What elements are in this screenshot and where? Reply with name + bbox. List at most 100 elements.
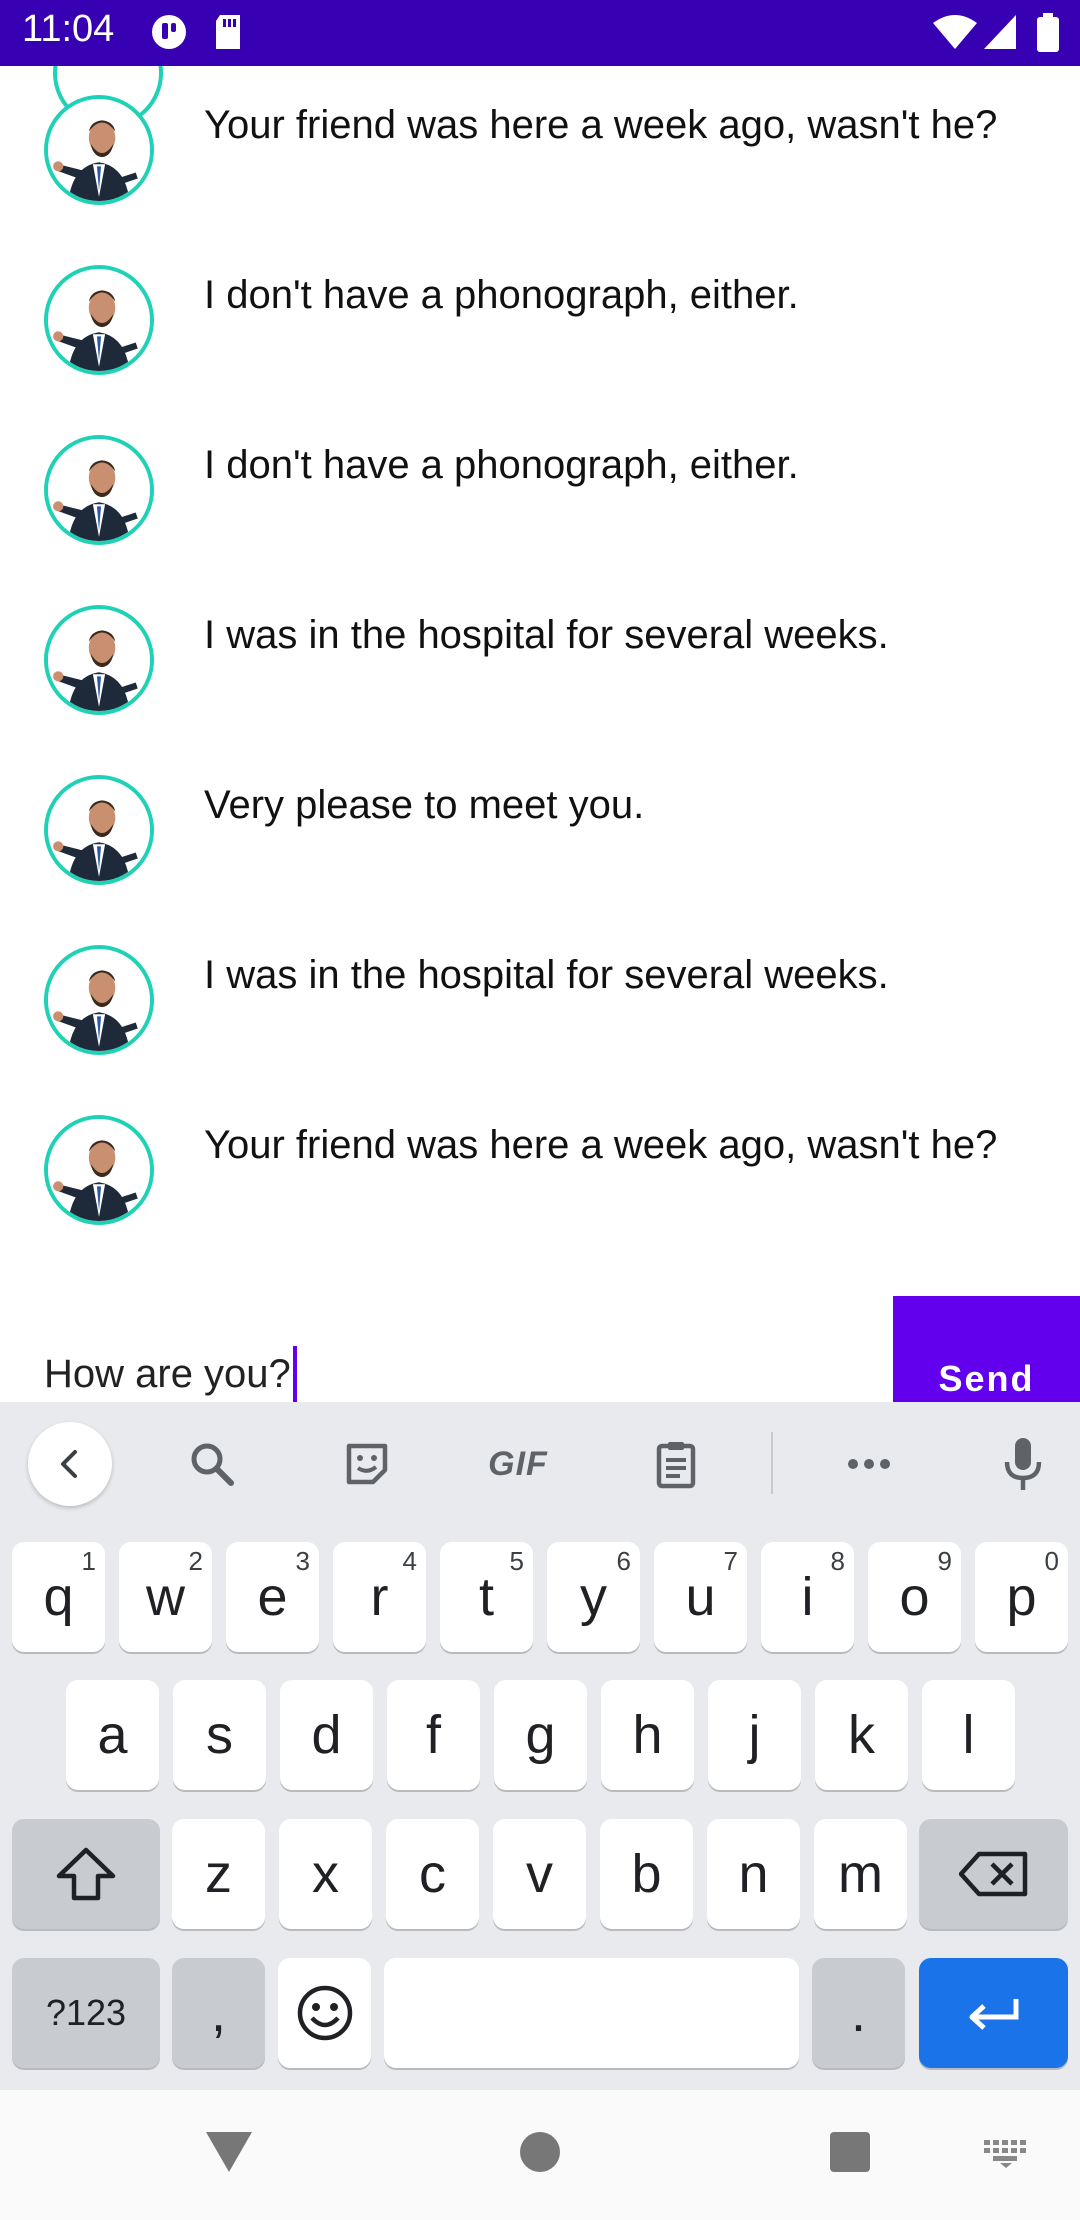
enter-key[interactable] xyxy=(919,1958,1068,2068)
shift-key[interactable] xyxy=(12,1819,160,1929)
wifi-icon xyxy=(932,13,978,56)
backspace-key[interactable] xyxy=(919,1819,1068,1929)
key-hint: 3 xyxy=(295,1546,310,1576)
comma-key[interactable]: , xyxy=(172,1958,265,2068)
key-m[interactable]: m xyxy=(814,1819,907,1929)
battery-icon xyxy=(1036,13,1060,58)
key-v[interactable]: v xyxy=(493,1819,586,1929)
text-caret xyxy=(292,1346,297,1402)
more-icon[interactable] xyxy=(827,1422,911,1506)
emoji-icon xyxy=(297,1985,352,2041)
key-label: x xyxy=(312,1844,339,1904)
keyboard: GIF q1w2e3r4t5y6u7i8o9p0 asdfghjkl zxcvb… xyxy=(0,1402,1080,2090)
key-h[interactable]: h xyxy=(601,1680,694,1790)
send-button-label: Send xyxy=(938,1358,1035,1399)
key-label: s xyxy=(206,1705,233,1765)
avatar xyxy=(44,605,154,715)
key-label: w xyxy=(146,1567,185,1627)
shift-icon xyxy=(56,1847,116,1901)
avatar xyxy=(44,435,154,545)
key-e[interactable]: e3 xyxy=(226,1542,319,1652)
key-f[interactable]: f xyxy=(387,1680,480,1790)
key-p[interactable]: p0 xyxy=(975,1542,1068,1652)
microphone-icon[interactable] xyxy=(981,1422,1065,1506)
keyboard-toolbar: GIF xyxy=(0,1402,1080,1522)
recents-nav-icon[interactable] xyxy=(828,2130,872,2174)
back-nav-icon[interactable] xyxy=(204,2128,254,2174)
key-l[interactable]: l xyxy=(922,1680,1015,1790)
key-label: m xyxy=(838,1844,883,1904)
key-a[interactable]: a xyxy=(66,1680,159,1790)
search-icon[interactable] xyxy=(170,1422,254,1506)
key-c[interactable]: c xyxy=(386,1819,479,1929)
comma-key-label: , xyxy=(210,1983,226,2043)
key-w[interactable]: w2 xyxy=(119,1542,212,1652)
key-o[interactable]: o9 xyxy=(868,1542,961,1652)
key-u[interactable]: u7 xyxy=(654,1542,747,1652)
gif-label: GIF xyxy=(488,1444,548,1483)
period-key[interactable]: . xyxy=(812,1958,905,2068)
key-label: p xyxy=(1006,1567,1037,1627)
emoji-key[interactable] xyxy=(278,1958,371,2068)
backspace-icon xyxy=(958,1851,1027,1897)
key-label: t xyxy=(478,1567,494,1627)
chevron-left-icon[interactable] xyxy=(28,1422,112,1506)
key-hint: 8 xyxy=(830,1546,845,1576)
navigation-bar xyxy=(0,2090,1080,2220)
chat-list[interactable]: Your friend was here a week ago, wasn't … xyxy=(0,66,1080,1296)
key-label: d xyxy=(311,1705,342,1765)
key-hint: 4 xyxy=(402,1546,417,1576)
key-q[interactable]: q1 xyxy=(12,1542,105,1652)
key-hint: 5 xyxy=(509,1546,524,1576)
key-x[interactable]: x xyxy=(279,1819,372,1929)
key-j[interactable]: j xyxy=(708,1680,801,1790)
symbols-key[interactable]: ?123 xyxy=(12,1958,160,2068)
avatar xyxy=(44,775,154,885)
key-label: u xyxy=(685,1567,716,1627)
key-label: a xyxy=(97,1705,128,1765)
key-label: y xyxy=(580,1567,607,1627)
key-i[interactable]: i8 xyxy=(761,1542,854,1652)
message-input[interactable]: How are you? xyxy=(44,1346,297,1402)
key-hint: 6 xyxy=(616,1546,631,1576)
key-g[interactable]: g xyxy=(494,1680,587,1790)
message-text: Your friend was here a week ago, wasn't … xyxy=(204,103,998,147)
clipboard-icon[interactable] xyxy=(634,1422,718,1506)
home-nav-icon[interactable] xyxy=(518,2130,562,2174)
avatar xyxy=(44,945,154,1055)
message-input-value: How are you? xyxy=(44,1351,291,1396)
key-z[interactable]: z xyxy=(172,1819,265,1929)
key-hint: 2 xyxy=(188,1546,203,1576)
key-label: r xyxy=(370,1567,389,1627)
key-k[interactable]: k xyxy=(815,1680,908,1790)
key-s[interactable]: s xyxy=(173,1680,266,1790)
key-hint: 0 xyxy=(1044,1546,1059,1576)
avatar xyxy=(44,95,154,205)
key-label: e xyxy=(257,1567,288,1627)
key-label: i xyxy=(801,1567,814,1627)
message-text: I was in the hospital for several weeks. xyxy=(204,613,889,657)
status-bar: 11:04 xyxy=(0,0,1080,66)
avatar xyxy=(44,265,154,375)
message-text: I was in the hospital for several weeks. xyxy=(204,953,889,997)
space-key[interactable] xyxy=(384,1958,799,2068)
key-label: h xyxy=(632,1705,663,1765)
key-n[interactable]: n xyxy=(707,1819,800,1929)
key-t[interactable]: t5 xyxy=(440,1542,533,1652)
key-label: o xyxy=(899,1567,930,1627)
key-label: c xyxy=(419,1844,446,1904)
key-y[interactable]: y6 xyxy=(547,1542,640,1652)
key-d[interactable]: d xyxy=(280,1680,373,1790)
key-label: f xyxy=(425,1705,441,1765)
cell-signal-icon xyxy=(982,13,1018,56)
gif-icon[interactable]: GIF xyxy=(478,1422,558,1506)
key-label: k xyxy=(848,1705,875,1765)
send-button[interactable]: Send xyxy=(893,1296,1080,1402)
sticker-icon[interactable] xyxy=(325,1422,409,1506)
key-b[interactable]: b xyxy=(600,1819,693,1929)
avatar xyxy=(44,1115,154,1225)
key-hint: 7 xyxy=(723,1546,738,1576)
keyboard-switch-icon[interactable] xyxy=(982,2138,1030,2168)
key-r[interactable]: r4 xyxy=(333,1542,426,1652)
key-hint: 1 xyxy=(81,1546,96,1576)
